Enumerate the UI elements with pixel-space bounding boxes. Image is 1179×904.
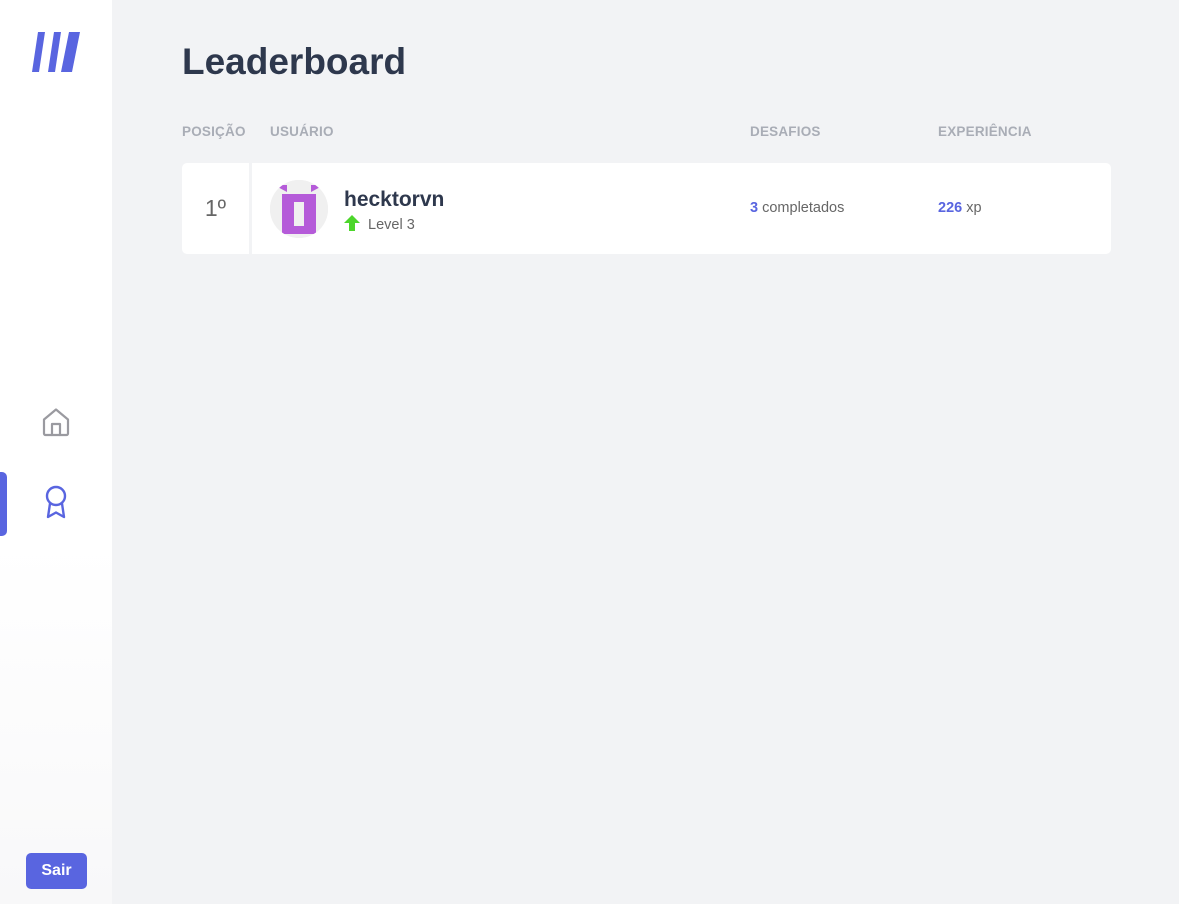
app-logo-icon[interactable] <box>32 30 80 74</box>
column-header-position: POSIÇÃO <box>182 124 246 139</box>
challenges-count: 3 <box>750 200 759 216</box>
user-level: Level 3 <box>344 215 415 235</box>
active-indicator <box>0 472 7 536</box>
page-title: Leaderboard <box>182 41 407 82</box>
experience: 226 xp <box>938 200 982 216</box>
main-content: Leaderboard POSIÇÃO USUÁRIO DESAFIOS EXP… <box>112 0 1179 904</box>
rank-position: 1º <box>182 163 252 254</box>
nav-leaderboard[interactable] <box>0 472 112 536</box>
column-header-experience: EXPERIÊNCIA <box>938 124 1032 139</box>
logout-button[interactable]: Sair <box>26 853 87 889</box>
sidebar: Sair <box>0 0 112 904</box>
challenges-completed: 3 completados <box>750 200 844 216</box>
nav-home[interactable] <box>0 392 112 456</box>
avatar <box>270 180 328 238</box>
column-header-user: USUÁRIO <box>270 124 334 139</box>
challenges-label: completados <box>762 200 845 216</box>
xp-value: 226 <box>938 200 963 216</box>
level-label: Level 3 <box>368 217 415 233</box>
column-header-challenges: DESAFIOS <box>750 124 821 139</box>
award-icon <box>40 484 72 525</box>
home-icon <box>40 406 72 443</box>
level-up-icon <box>344 215 360 235</box>
xp-unit: xp <box>966 200 982 216</box>
username: hecktorvn <box>344 188 445 211</box>
table-row: 1º hecktorvn Level 3 3 completados 226 x… <box>182 163 1111 254</box>
